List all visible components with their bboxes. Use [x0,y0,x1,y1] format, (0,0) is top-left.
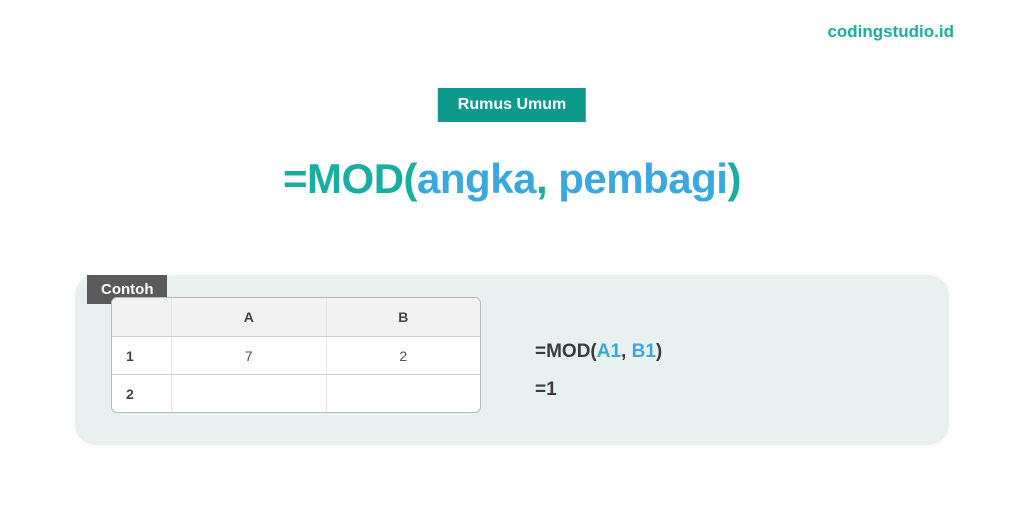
ex-ref-a1: A1 [597,341,621,362]
formula-function: MOD [307,155,404,202]
example-panel: Contoh A B 1 7 2 2 =MOD(A1, B1) =1 [75,275,949,445]
ex-post: ) [656,341,662,362]
example-result-line: =1 [535,371,662,409]
example-formula-line: =MOD(A1, B1) [535,333,662,371]
row-number: 1 [112,337,172,374]
formula-open-paren: ( [404,155,418,202]
table-row: 2 [112,374,480,412]
formula-comma: , [536,155,558,202]
header-col-a: A [172,298,327,336]
brand-label: codingstudio.id [827,22,954,42]
table-row: 1 7 2 [112,336,480,374]
ex-ref-b1: B1 [632,341,656,362]
example-output: =MOD(A1, B1) =1 [535,333,662,409]
formula-arg1: angka [417,155,536,202]
section-badge: Rumus Umum [438,88,586,122]
ex-pre: =MOD( [535,341,597,362]
ex-mid: , [621,341,632,362]
table-header-row: A B [112,298,480,336]
header-blank [112,298,172,336]
cell-a2 [172,375,327,412]
header-col-b: B [327,298,481,336]
formula-arg2: pembagi [558,155,727,202]
formula-equals: = [283,155,307,202]
cell-a1: 7 [172,337,327,374]
main-formula: =MOD(angka, pembagi) [0,155,1024,203]
spreadsheet-table: A B 1 7 2 2 [111,297,481,413]
cell-b2 [327,375,481,412]
cell-b1: 2 [327,337,481,374]
formula-close-paren: ) [727,155,741,202]
row-number: 2 [112,375,172,412]
